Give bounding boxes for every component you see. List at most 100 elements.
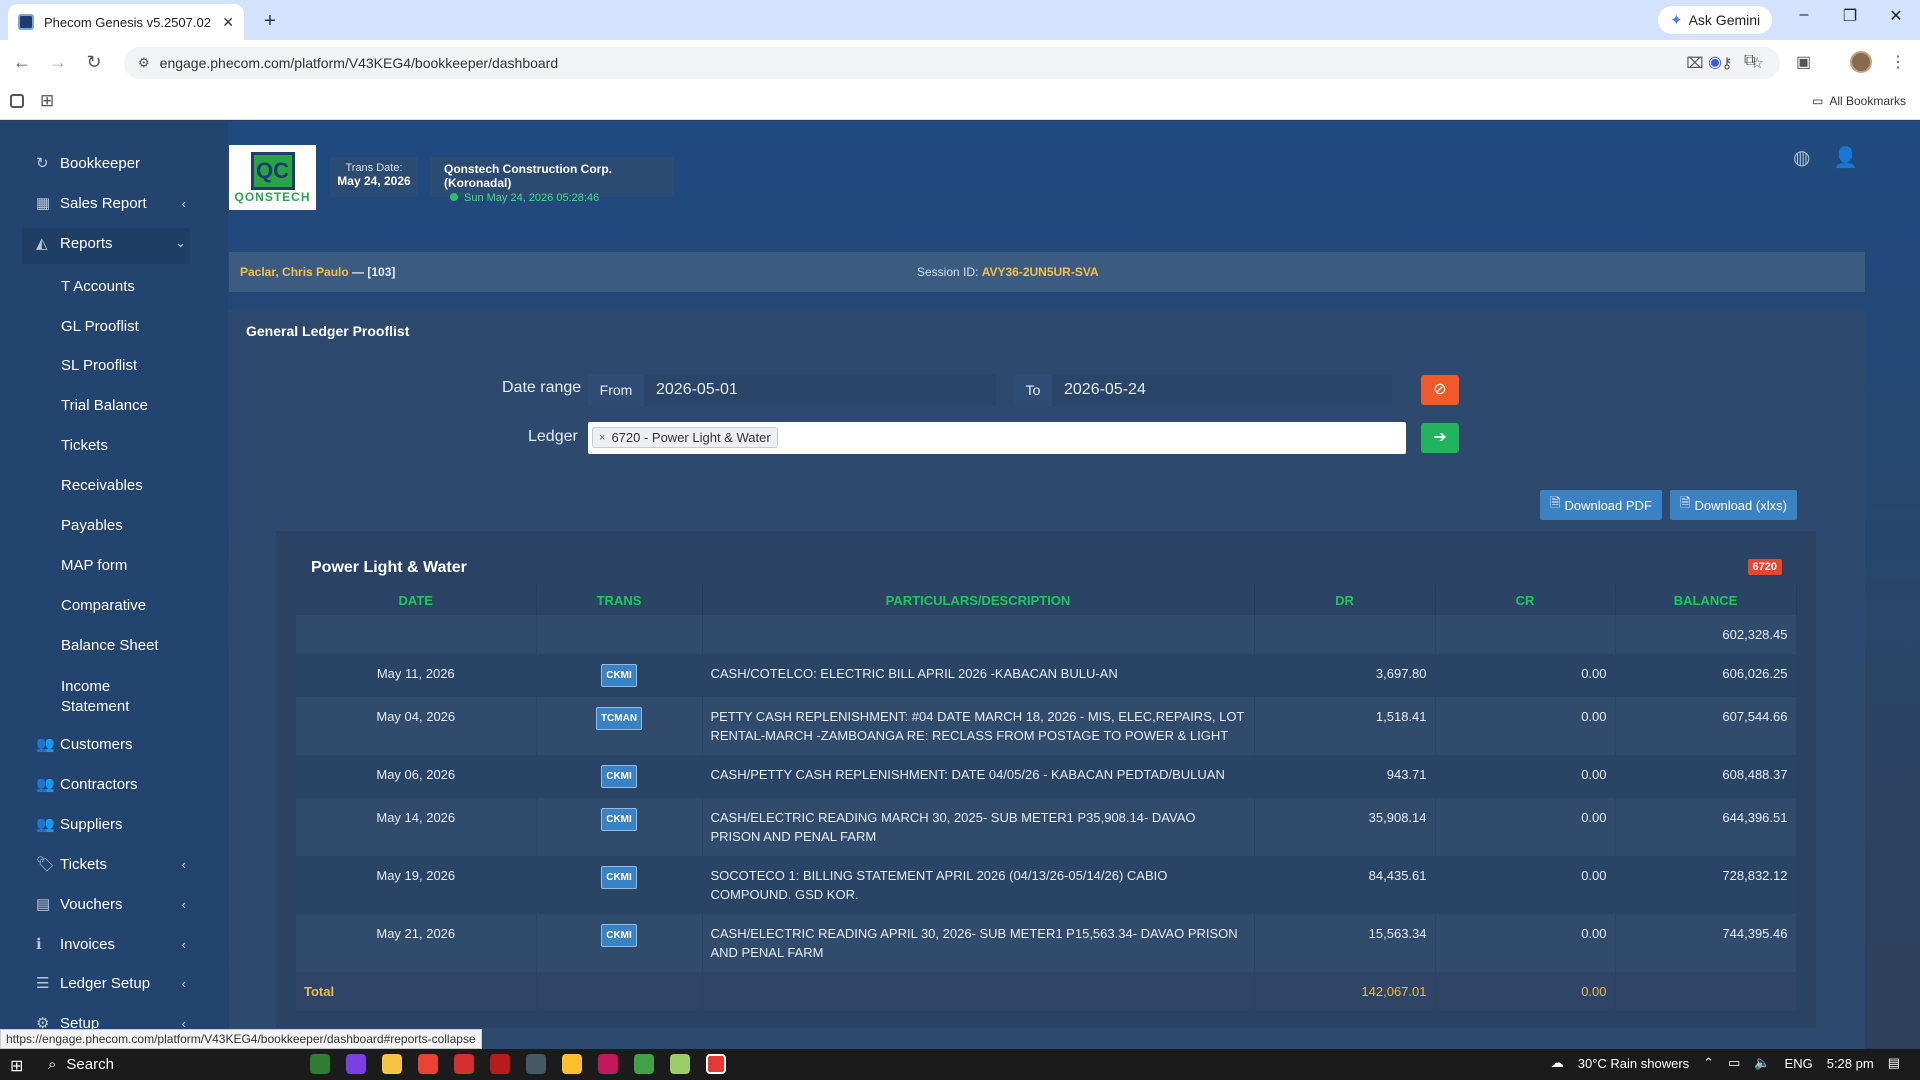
chrome-icon[interactable] [418, 1054, 438, 1074]
cell-trans: CKMI [536, 755, 703, 798]
url-text[interactable]: engage.phecom.com/platform/V43KEG4/bookk… [160, 55, 558, 71]
tab-title: Phecom Genesis v5.2507.02 [44, 14, 211, 30]
table-row[interactable]: May 14, 2026 CKMI CASH/ELECTRIC READING … [296, 798, 1797, 856]
download-pdf-button[interactable]: 🗎 Download PDF [1540, 490, 1662, 520]
apps-grid-icon[interactable]: ⊞ [40, 91, 54, 111]
bookmarks-bar: ⊞ ▭ All Bookmarks [0, 86, 1920, 120]
back-icon[interactable]: ← [10, 52, 34, 73]
sidebar-item-invoices[interactable]: ℹ Invoices ‹ [36, 926, 186, 962]
app-green-icon[interactable] [634, 1054, 654, 1074]
table-row[interactable]: May 19, 2026 CKMI SOCOTECO 1: BILLING ST… [296, 856, 1797, 914]
notifications-icon[interactable]: ▤ [1888, 1055, 1900, 1071]
windows-start-icon[interactable]: ⊞ [10, 1056, 23, 1076]
trans-badge[interactable]: CKMI [601, 808, 637, 831]
sidebar-item-customers[interactable]: 👥 Customers [36, 726, 186, 762]
new-tab-button[interactable]: + [256, 8, 284, 36]
file-explorer-icon[interactable] [382, 1054, 402, 1074]
sidebar-item-sl-prooflist[interactable]: SL Prooflist [61, 357, 137, 374]
reload-icon[interactable]: ↻ [82, 52, 106, 73]
sidebar-item-receivables[interactable]: Receivables [61, 477, 143, 494]
download-xlsx-button[interactable]: 🗎 Download (xlxs) [1670, 490, 1797, 520]
sidebar-item-tickets-report[interactable]: Tickets [61, 437, 108, 454]
app-music-icon[interactable] [598, 1054, 618, 1074]
window-close-icon[interactable]: ✕ [1876, 6, 1916, 26]
clock[interactable]: 5:28 pm [1827, 1056, 1874, 1071]
sidebar-item-balance-sheet[interactable]: Balance Sheet [61, 637, 159, 654]
sidebar-item-contractors[interactable]: 👥 Contractors [36, 766, 186, 802]
app-copilot-icon[interactable] [346, 1054, 366, 1074]
sidebar-item-vouchers[interactable]: ▤ Vouchers ‹ [36, 886, 186, 922]
app-video-icon[interactable] [454, 1054, 474, 1074]
all-bookmarks-button[interactable]: ▭ All Bookmarks [1812, 94, 1906, 108]
volume-icon[interactable]: 🔈 [1754, 1055, 1770, 1071]
chevron-up-icon[interactable]: ⌃ [1703, 1055, 1714, 1071]
chevron-left-icon: ‹ [181, 936, 186, 952]
globe-icon[interactable]: ◍ [1793, 145, 1810, 170]
trans-badge[interactable]: CKMI [601, 924, 637, 947]
forward-icon[interactable]: → [46, 52, 70, 73]
sidebar-item-map-form[interactable]: MAP form [61, 557, 127, 574]
to-date-input[interactable]: 2026-05-24 [1052, 374, 1392, 406]
minimize-icon[interactable]: – [1784, 6, 1824, 24]
trans-badge[interactable]: TCMAN [595, 707, 643, 730]
ledger-code-badge: 6720 [1747, 559, 1782, 575]
ask-gemini-button[interactable]: ✦ Ask Gemini [1658, 6, 1773, 34]
sidebar-item-tickets[interactable]: 🏷 Tickets ‹ [36, 846, 186, 882]
sidebar-item-ledger-setup[interactable]: ☰ Ledger Setup ‹ [36, 965, 186, 1001]
ledger-chip[interactable]: × 6720 - Power Light & Water [592, 427, 778, 448]
chrome-active-icon[interactable] [706, 1054, 726, 1074]
sidebar-item-comparative[interactable]: Comparative [61, 597, 146, 614]
sidebar-item-sales-report[interactable]: ▦ Sales Report ‹ [36, 185, 186, 221]
calculator-icon[interactable] [526, 1054, 546, 1074]
sidebar-item-payables[interactable]: Payables [61, 517, 123, 534]
trans-badge[interactable]: CKMI [601, 765, 637, 788]
table-row[interactable]: May 04, 2026 TCMAN PETTY CASH REPLENISHM… [296, 697, 1797, 755]
app-landscape-icon[interactable] [310, 1054, 330, 1074]
tab-groups-icon[interactable] [10, 94, 24, 108]
sidebar-item-bookkeeper[interactable]: ↻ Bookkeeper [36, 145, 186, 181]
trans-badge[interactable]: CKMI [601, 866, 637, 889]
extensions-puzzle-icon[interactable]: ⧉ [1744, 52, 1755, 70]
omnibox[interactable]: ⚙ engage.phecom.com/platform/V43KEG4/boo… [124, 47, 1780, 79]
sidebar-item-gl-prooflist[interactable]: GL Prooflist [61, 318, 139, 335]
tab-search-icon[interactable]: ▣ [1796, 52, 1811, 72]
weather-icon[interactable]: ☁ [1551, 1055, 1564, 1071]
from-date-input[interactable]: 2026-05-01 [644, 374, 996, 406]
sidebar-item-trial-balance[interactable]: Trial Balance [61, 397, 148, 414]
table-row[interactable]: May 06, 2026 CKMI CASH/PETTY CASH REPLEN… [296, 755, 1797, 798]
system-tray: ☁ 30°C Rain showers ⌃ ▭ 🔈 ENG 5:28 pm ▤ [1551, 1055, 1900, 1071]
gl-table: DATE TRANS PARTICULARS/DESCRIPTION DR CR… [296, 585, 1797, 1011]
taskbar-search[interactable]: ⌕ Search [44, 1052, 294, 1077]
app-notepad-icon[interactable] [670, 1054, 690, 1074]
table-row[interactable]: May 11, 2026 CKMI CASH/COTELCO: ELECTRIC… [296, 654, 1797, 697]
extension-icon[interactable]: ◉ [1708, 52, 1722, 72]
trans-badge[interactable]: CKMI [601, 664, 637, 687]
app-red-icon[interactable] [490, 1054, 510, 1074]
password-key-icon[interactable]: ⚷ [1722, 54, 1733, 72]
arrow-right-icon: ➔ [1433, 429, 1447, 446]
menu-dots-icon[interactable]: ⋮ [1890, 52, 1906, 72]
remove-chip-icon[interactable]: × [599, 432, 605, 444]
ledger-select[interactable]: × 6720 - Power Light & Water [588, 422, 1406, 454]
sidebar-item-t-accounts[interactable]: T Accounts [61, 278, 135, 295]
network-icon[interactable]: ▭ [1728, 1055, 1740, 1071]
go-button[interactable]: ➔ [1421, 423, 1459, 453]
site-info-icon[interactable]: ⚙ [138, 55, 150, 71]
sidebar-item-suppliers[interactable]: 👥 Suppliers [36, 806, 186, 842]
clear-button[interactable]: ⊘ [1421, 375, 1459, 405]
user-profile-icon[interactable]: 👤 [1833, 145, 1858, 170]
restore-icon[interactable]: ❐ [1830, 6, 1870, 26]
profile-avatar[interactable] [1850, 51, 1872, 73]
browser-tab[interactable]: Phecom Genesis v5.2507.02 ✕ [8, 4, 244, 40]
sidebar-item-income-statement[interactable]: Income Statement [61, 677, 129, 717]
browser-tabbar: Phecom Genesis v5.2507.02 ✕ + ✦ Ask Gemi… [0, 0, 1920, 40]
camera-blocked-icon[interactable]: ⌧ [1686, 54, 1703, 72]
app-bolt-icon[interactable] [562, 1054, 582, 1074]
sidebar-item-reports[interactable]: ◭ Reports ⌄ [36, 225, 186, 261]
grid-icon: ▦ [36, 195, 51, 212]
language-indicator[interactable]: ENG [1785, 1056, 1813, 1071]
weather-text[interactable]: 30°C Rain showers [1578, 1056, 1689, 1071]
users-icon: 👥 [36, 816, 55, 833]
table-row[interactable]: May 21, 2026 CKMI CASH/ELECTRIC READING … [296, 914, 1797, 972]
close-tab-icon[interactable]: ✕ [222, 14, 234, 31]
